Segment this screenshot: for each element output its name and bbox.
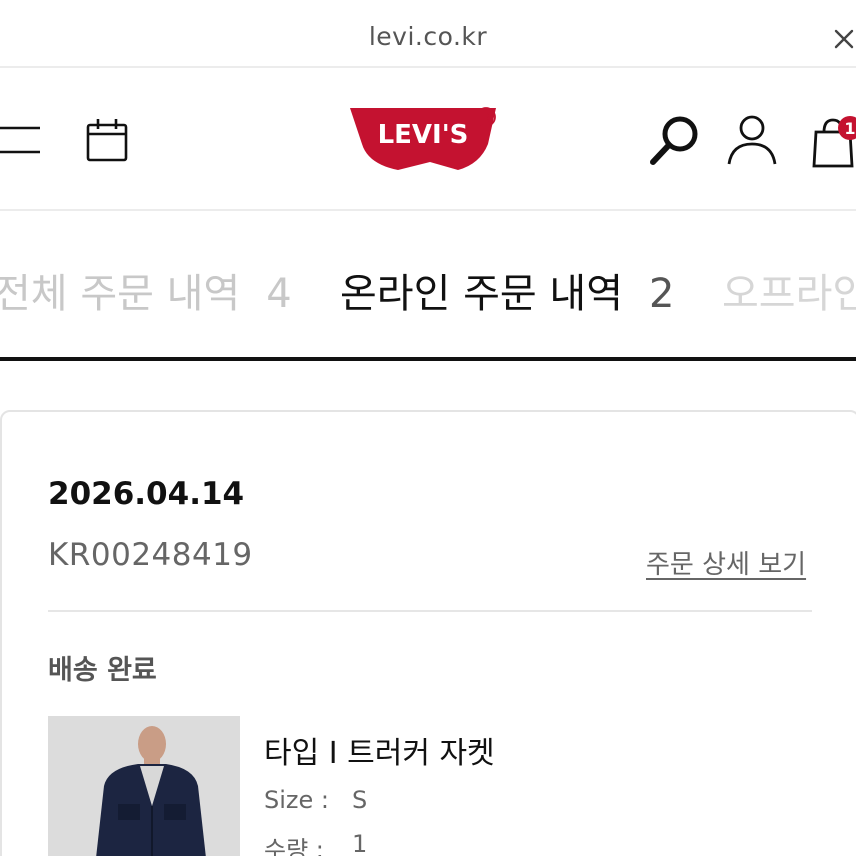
calendar-icon[interactable]	[86, 118, 128, 162]
menu-icon[interactable]	[0, 124, 42, 156]
tab-online-orders[interactable]: 온라인 주문 내역 2	[340, 261, 674, 319]
tab-count: 2	[649, 271, 675, 317]
svg-text:R: R	[482, 111, 490, 125]
tab-all-orders[interactable]: 전체 주문 내역 4	[0, 261, 292, 319]
product-name[interactable]: 타입 I 트러커 자켓	[264, 728, 495, 772]
site-header: LEVI'S R 1	[0, 68, 856, 211]
size-value: S	[352, 786, 368, 814]
quantity-value: 1개	[352, 830, 368, 856]
size-label: Size :	[264, 786, 329, 814]
tab-label: 오프라인	[722, 271, 856, 317]
tab-count: 4	[266, 271, 292, 317]
order-date: 2026.04.14	[48, 476, 245, 512]
order-card: 2026.04.14 KR00248419 주문 상세 보기 배송 완료 타입 …	[0, 410, 856, 856]
order-number: KR00248419	[48, 537, 253, 573]
bag-icon: 1	[812, 116, 856, 168]
product-photo	[48, 716, 240, 856]
product-image[interactable]	[48, 716, 240, 856]
order-tabs: 전체 주문 내역 4 온라인 주문 내역 2 오프라인	[0, 211, 856, 361]
quantity-label: 수량 :	[264, 836, 324, 856]
order-detail-link[interactable]: 주문 상세 보기	[646, 544, 806, 581]
tab-offline-orders[interactable]: 오프라인	[722, 261, 856, 319]
close-icon[interactable]	[832, 26, 856, 52]
divider	[48, 610, 812, 612]
search-icon[interactable]	[648, 114, 702, 168]
tab-label: 전체 주문 내역	[0, 271, 241, 317]
account-icon[interactable]	[726, 114, 778, 166]
cart-count-badge: 1	[844, 119, 855, 138]
product-quantity: 수량 : 1개	[264, 830, 367, 856]
browser-url-bar: levi.co.kr	[0, 0, 856, 68]
levis-logo[interactable]: LEVI'S R	[348, 104, 508, 176]
cart-button[interactable]: 1	[812, 114, 856, 170]
logo-text: LEVI'S	[378, 120, 469, 150]
delivery-status: 배송 완료	[48, 655, 157, 686]
url-text[interactable]: levi.co.kr	[0, 22, 856, 51]
tab-label: 온라인 주문 내역	[340, 271, 624, 317]
product-size: Size : S	[264, 786, 367, 814]
